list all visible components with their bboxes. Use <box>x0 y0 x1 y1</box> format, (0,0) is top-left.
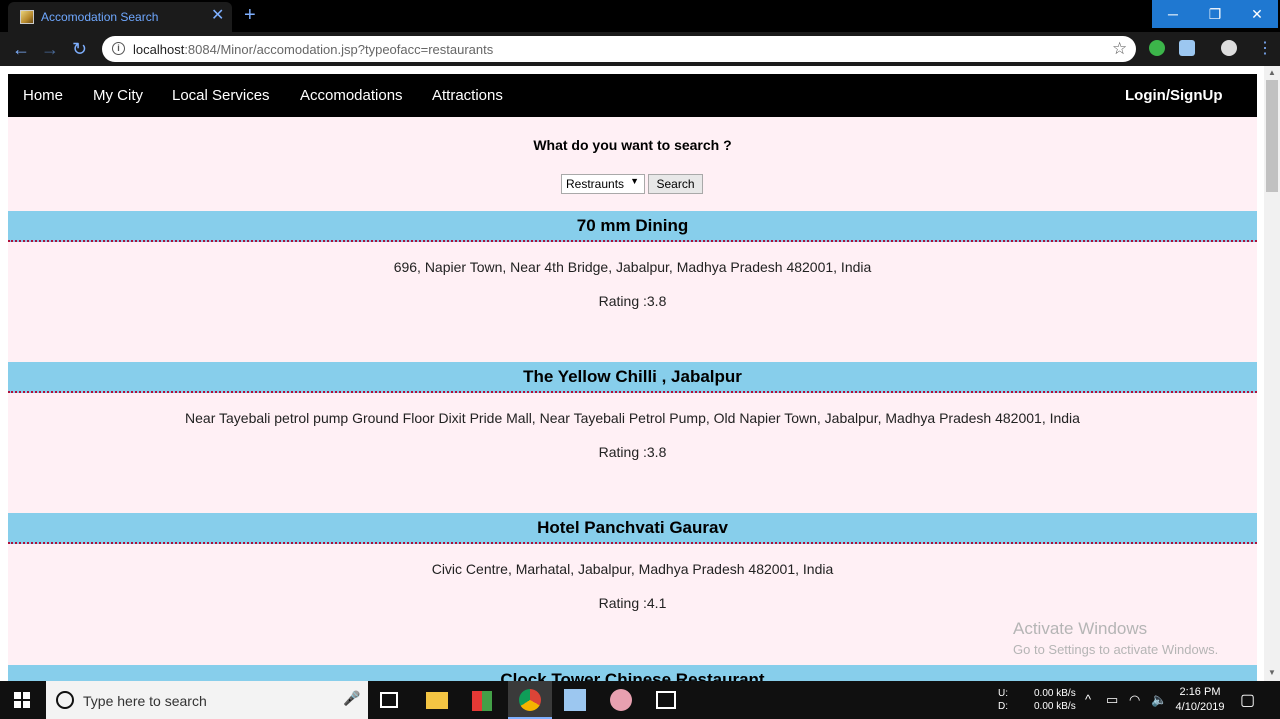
page-body: Home My City Local Services Accomodation… <box>8 74 1257 681</box>
result-rating: Rating :3.8 <box>598 444 667 460</box>
url-text[interactable]: localhost:8084/Minor/accomodation.jsp?ty… <box>133 42 493 57</box>
restore-button[interactable]: ❐ <box>1194 0 1236 28</box>
net-download-speed: 0.00 kB/s <box>1034 701 1076 712</box>
browser-tab[interactable]: Accomodation Search ✕ <box>8 2 232 32</box>
result-address: 696, Napier Town, Near 4th Bridge, Jabal… <box>393 259 872 275</box>
search-type-value: Restraunts <box>566 177 625 191</box>
result-address: Near Tayebali petrol pump Ground Floor D… <box>185 410 1080 426</box>
taskbar-clock[interactable]: 2:16 PM 4/10/2019 <box>1175 685 1225 715</box>
battery-icon[interactable]: ▭ <box>1106 692 1118 708</box>
tab-favicon-icon <box>20 10 34 24</box>
search-button[interactable]: Search <box>648 174 703 194</box>
activate-windows-title: Activate Windows <box>1013 619 1148 638</box>
search-heading: What do you want to search ? <box>533 137 732 153</box>
result-rating: Rating :4.1 <box>598 595 667 611</box>
chrome-icon <box>519 689 541 711</box>
bookmark-star-icon[interactable]: ☆ <box>1112 39 1127 59</box>
site-navbar: Home My City Local Services Accomodation… <box>8 74 1257 117</box>
nav-local-services[interactable]: Local Services <box>172 87 270 104</box>
forward-arrow-icon[interactable]: → <box>41 39 59 59</box>
taskbar-search-placeholder: Type here to search <box>83 693 207 709</box>
office-app-icon[interactable] <box>472 691 492 711</box>
menu-kebab-icon[interactable]: ⋮ <box>1257 39 1273 59</box>
reload-icon[interactable]: ↻ <box>72 39 87 59</box>
net-upload-label: U: <box>998 688 1008 699</box>
nav-my-city[interactable]: My City <box>93 87 143 104</box>
result-title: Hotel Panchvati Gaurav <box>8 513 1257 544</box>
result-title: 70 mm Dining <box>8 211 1257 242</box>
extension-cube-icon[interactable] <box>1179 40 1195 56</box>
result-address: Civic Centre, Marhatal, Jabalpur, Madhya… <box>431 561 834 577</box>
chevron-down-icon: ▼ <box>630 176 639 186</box>
tab-close-icon[interactable]: ✕ <box>211 7 224 25</box>
windows-taskbar: Type here to search 🎤 U: D: 0.00 kB/s 0.… <box>0 681 1280 719</box>
browser-toolbar: ← → ↻ i localhost:8084/Minor/accomodatio… <box>0 32 1280 66</box>
chevron-up-icon[interactable]: ^ <box>1085 692 1091 707</box>
microphone-icon[interactable]: 🎤 <box>343 690 360 707</box>
result-title: The Yellow Chilli , Jabalpur <box>8 362 1257 393</box>
result-title: Clock Tower Chinese Restaurant <box>8 665 1257 681</box>
task-view-icon[interactable] <box>380 692 398 708</box>
url-path: :8084/Minor/accomodation.jsp?typeofacc=r… <box>184 42 494 57</box>
net-download-label: D: <box>998 701 1008 712</box>
clock-date: 4/10/2019 <box>1175 701 1225 713</box>
chrome-taskbar-button[interactable] <box>508 681 552 719</box>
scroll-down-icon[interactable]: ▼ <box>1268 668 1276 677</box>
virtualbox-icon[interactable] <box>564 689 586 711</box>
activate-windows-subtitle: Go to Settings to activate Windows. <box>1013 642 1219 657</box>
clock-time: 2:16 PM <box>1179 686 1221 698</box>
profile-avatar-icon[interactable] <box>1221 40 1237 56</box>
search-type-select[interactable]: Restraunts ▼ <box>561 174 645 194</box>
notification-icon[interactable]: ▢ <box>1240 690 1255 710</box>
page-scrollbar[interactable]: ▲ ▼ <box>1264 66 1280 681</box>
scroll-up-icon[interactable]: ▲ <box>1268 68 1276 77</box>
page-viewport: Home My City Local Services Accomodation… <box>0 66 1280 681</box>
taskbar-search-box[interactable]: Type here to search 🎤 <box>46 681 368 719</box>
url-host: localhost <box>133 42 185 57</box>
extension-green-icon[interactable] <box>1149 40 1165 56</box>
file-explorer-icon[interactable] <box>426 692 448 709</box>
scroll-thumb[interactable] <box>1266 80 1278 192</box>
photos-icon[interactable] <box>656 691 676 709</box>
minimize-button[interactable]: ─ <box>1152 0 1194 28</box>
paint-app-icon[interactable] <box>610 689 632 711</box>
nav-attractions[interactable]: Attractions <box>432 87 503 104</box>
cortana-icon <box>56 691 74 709</box>
browser-tab-bar: Accomodation Search ✕ + ─ ❐ ✕ <box>0 0 1280 32</box>
nav-home[interactable]: Home <box>23 87 63 104</box>
nav-login-signup[interactable]: Login/SignUp <box>1125 87 1222 104</box>
info-icon[interactable]: i <box>112 42 125 55</box>
window-close-button[interactable]: ✕ <box>1236 0 1278 28</box>
nav-accomodations[interactable]: Accomodations <box>300 87 403 104</box>
back-arrow-icon[interactable]: ← <box>12 39 30 59</box>
windows-start-icon[interactable] <box>14 692 30 708</box>
new-tab-icon[interactable]: + <box>244 4 256 26</box>
tab-title: Accomodation Search <box>41 10 159 24</box>
wifi-icon[interactable]: ◠ <box>1129 692 1140 708</box>
net-upload-speed: 0.00 kB/s <box>1034 688 1076 699</box>
result-rating: Rating :3.8 <box>598 293 667 309</box>
address-bar[interactable]: i localhost:8084/Minor/accomodation.jsp?… <box>102 36 1136 62</box>
volume-icon[interactable]: 🔈 <box>1151 692 1167 708</box>
